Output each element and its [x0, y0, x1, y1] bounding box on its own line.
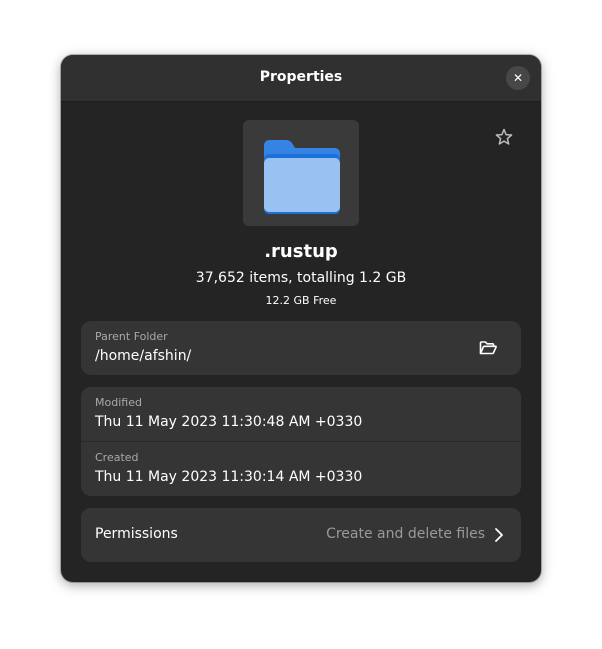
- free-space-label: 12.2 GB Free: [265, 294, 337, 307]
- permissions-row[interactable]: Permissions Create and delete files: [81, 508, 521, 562]
- file-summary: 37,652 items, totalling 1.2 GB: [195, 270, 407, 286]
- open-parent-folder-button[interactable]: [477, 337, 499, 359]
- created-value: Thu 11 May 2023 11:30:14 AM +0330: [95, 469, 363, 485]
- modified-label: Modified: [95, 396, 142, 409]
- parent-folder-path: /home/afshin/: [95, 348, 192, 364]
- header-bar: Properties ✕: [61, 55, 541, 102]
- folder-icon: [264, 140, 340, 214]
- properties-dialog: Properties ✕ .rustup 37,652 items, total…: [61, 55, 541, 582]
- parent-folder-card: Parent Folder /home/afshin/: [81, 321, 521, 375]
- permissions-value: Create and delete files: [326, 526, 485, 542]
- file-icon-tile: [243, 120, 359, 226]
- close-button[interactable]: ✕: [506, 66, 530, 90]
- permissions-label: Permissions: [95, 526, 178, 542]
- star-icon: [495, 128, 513, 145]
- parent-folder-label: Parent Folder: [95, 330, 168, 343]
- star-button[interactable]: [493, 126, 515, 148]
- close-icon: ✕: [512, 71, 524, 85]
- folder-open-icon: [479, 341, 497, 355]
- created-label: Created: [95, 451, 139, 464]
- chevron-right-icon: [495, 528, 503, 542]
- parent-folder-row: Parent Folder /home/afshin/: [81, 321, 521, 375]
- dates-card: Modified Thu 11 May 2023 11:30:48 AM +03…: [81, 387, 521, 496]
- modified-value: Thu 11 May 2023 11:30:48 AM +0330: [95, 414, 363, 430]
- modified-row: Modified Thu 11 May 2023 11:30:48 AM +03…: [81, 387, 521, 441]
- dialog-title: Properties: [259, 69, 343, 85]
- file-name: .rustup: [264, 241, 338, 262]
- created-row: Created Thu 11 May 2023 11:30:14 AM +033…: [81, 442, 521, 496]
